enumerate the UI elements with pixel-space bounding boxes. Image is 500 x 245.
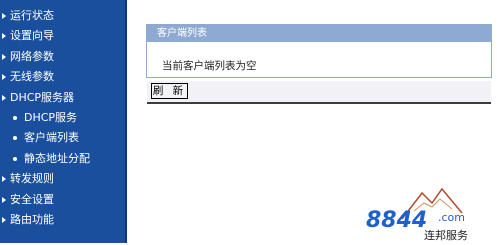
sidebar-item[interactable]: 安全设置 xyxy=(0,190,125,210)
action-bar: 刷 新 xyxy=(147,81,491,104)
sidebar-item[interactable]: 静态地址分配 xyxy=(0,149,125,169)
sidebar-item[interactable]: 无线参数 xyxy=(0,67,125,87)
sidebar-item-label: DHCP服务器 xyxy=(10,90,75,104)
arrow-right-icon xyxy=(2,196,6,203)
arrow-right-icon xyxy=(2,13,6,19)
sidebar-list: 运行状态设置向导网络参数无线参数 DHCP服务器 DHCP服务 客户端列表静态地址分配… xyxy=(0,0,125,230)
sidebar-item-label: 路由功能 xyxy=(10,212,54,226)
sidebar-item[interactable]: 客户端列表 xyxy=(0,128,125,148)
sidebar-item[interactable]: 路由功能 xyxy=(0,210,125,230)
sidebar-item[interactable]: DHCP服务器 xyxy=(0,88,125,108)
sidebar-item-label: 设置向导 xyxy=(10,29,54,43)
arrow-right-icon xyxy=(2,33,6,40)
mountain-logo-icon: 8844 .com 连邦服务 xyxy=(366,187,468,242)
bullet-icon xyxy=(13,156,17,161)
watermark-brand: 8844 xyxy=(366,208,427,233)
sidebar-item-label: 无线参数 xyxy=(10,70,54,84)
sidebar-item-label: 运行状态 xyxy=(10,9,54,22)
sidebar-item-label: 网络参数 xyxy=(10,49,54,63)
arrow-right-icon xyxy=(2,176,6,183)
arrow-right-icon xyxy=(2,94,6,101)
sidebar-item-label: 转发规则 xyxy=(10,172,54,186)
arrow-right-icon xyxy=(2,53,6,60)
sidebar-item[interactable]: 运行状态 xyxy=(0,6,125,26)
watermark-logo: 8844 .com 连邦服务 xyxy=(362,181,494,242)
watermark-tagline: 连邦服务 xyxy=(424,229,468,241)
sidebar-item[interactable]: 转发规则 xyxy=(0,169,125,189)
sidebar-item[interactable]: 设置向导 xyxy=(0,26,125,46)
bullet-icon xyxy=(13,115,17,120)
sidebar-item-label: 客户端列表 xyxy=(24,131,79,145)
sidebar-item-label: 静态地址分配 xyxy=(24,151,90,165)
client-list-panel: 客户端列表 当前客户端列表为空 xyxy=(146,24,492,78)
sidebar-item-label: DHCP服务 xyxy=(24,110,78,124)
sidebar-item-label: 安全设置 xyxy=(10,192,54,206)
refresh-button[interactable]: 刷 新 xyxy=(151,83,188,99)
empty-list-message: 当前客户端列表为空 xyxy=(162,60,257,72)
sidebar-item[interactable]: DHCP服务 xyxy=(0,108,125,128)
watermark-domain: .com xyxy=(438,211,465,224)
sidebar-item[interactable]: 网络参数 xyxy=(0,47,125,67)
arrow-right-icon xyxy=(2,216,6,223)
bullet-icon xyxy=(13,136,17,141)
panel-title: 客户端列表 xyxy=(147,25,491,42)
sidebar-menu: 运行状态设置向导网络参数无线参数 DHCP服务器 DHCP服务 客户端列表静态地址分配… xyxy=(0,0,127,243)
arrow-right-icon xyxy=(2,74,6,81)
